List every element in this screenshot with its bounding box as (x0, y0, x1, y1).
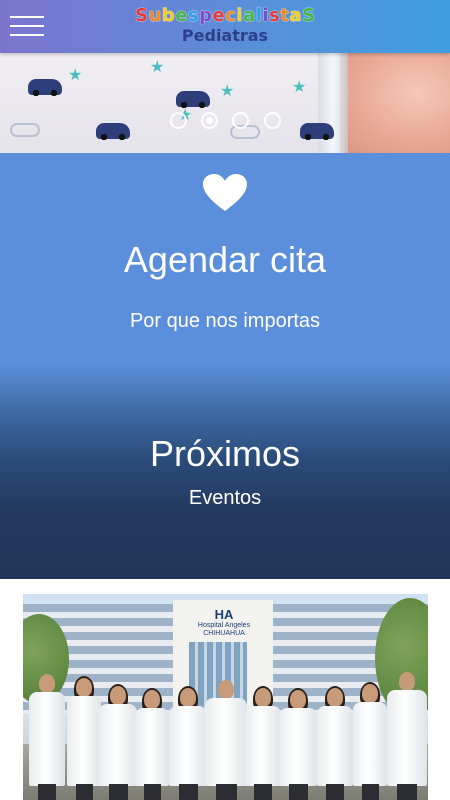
logo-letter: s (187, 5, 200, 26)
carousel-dot-1[interactable] (170, 112, 187, 129)
schedule-appointment-title[interactable]: Agendar cita (0, 239, 450, 281)
doctor-figure (29, 674, 65, 800)
logo-letter: c (225, 5, 237, 26)
logo-letter: e (175, 5, 188, 26)
ghost-car-icon (10, 123, 40, 137)
doctor-figure (317, 686, 353, 800)
car-icon (96, 123, 130, 140)
upcoming-events-section[interactable]: Próximos Eventos (0, 365, 450, 579)
hospital-name: Hospital Angeles (197, 622, 251, 629)
carousel-indicators (170, 112, 282, 130)
car-icon (300, 123, 334, 140)
doctor-figure (135, 688, 169, 800)
image-carousel[interactable]: ★ ★ ★ ★ ★ (0, 53, 450, 153)
logo-letter: a (289, 5, 303, 26)
star-icon: ★ (292, 77, 307, 96)
upcoming-events-title[interactable]: Próximos (0, 433, 450, 475)
logo-subtitle: Pediatras (181, 26, 269, 45)
carousel-dot-3[interactable] (232, 112, 249, 129)
star-icon: ★ (68, 65, 83, 84)
app-logo[interactable]: SubespecialistaS Pediatras (135, 5, 315, 49)
schedule-appointment-subtitle: Por que nos importas (129, 310, 321, 332)
team-photo: HA Hospital Angeles CHIHUAHUA (23, 594, 428, 800)
logo-title: SubespecialistaS (135, 5, 315, 27)
doctor-figure (279, 688, 317, 800)
star-icon: ★ (150, 57, 165, 76)
doctor-figure (205, 680, 247, 800)
car-icon (176, 91, 210, 108)
app-header: SubespecialistaS Pediatras (0, 0, 450, 53)
logo-letter: b (161, 5, 176, 26)
doctor-figure (67, 676, 101, 800)
logo-letter: u (148, 5, 162, 26)
doctor-figure (99, 684, 137, 800)
hospital-sign: HA Hospital Angeles CHIHUAHUA (181, 608, 267, 638)
logo-letter: a (243, 5, 256, 26)
logo-letter: p (199, 5, 213, 26)
doctor-figure (169, 686, 207, 800)
logo-letter: e (212, 5, 226, 26)
upcoming-events-subtitle: Eventos (188, 487, 262, 509)
star-icon: ★ (220, 81, 235, 100)
carousel-dot-2[interactable] (201, 112, 218, 129)
doctor-figure (245, 686, 281, 800)
doctor-figure (353, 682, 387, 800)
car-icon (28, 79, 62, 96)
hamburger-menu-icon[interactable] (10, 14, 44, 38)
carousel-dot-4[interactable] (264, 112, 281, 129)
heart-icon (203, 174, 247, 211)
hospital-logo: HA (214, 607, 234, 622)
schedule-appointment-section[interactable]: Agendar cita Por que nos importas (0, 153, 450, 365)
hospital-city: CHIHUAHUA (203, 630, 245, 637)
logo-letter: S (135, 5, 149, 26)
logo-letter: s (269, 5, 281, 26)
carousel-skin-area (340, 53, 450, 153)
team-photo-section: HA Hospital Angeles CHIHUAHUA (0, 579, 450, 800)
doctor-figure (387, 672, 427, 800)
logo-letter: S (302, 5, 316, 26)
